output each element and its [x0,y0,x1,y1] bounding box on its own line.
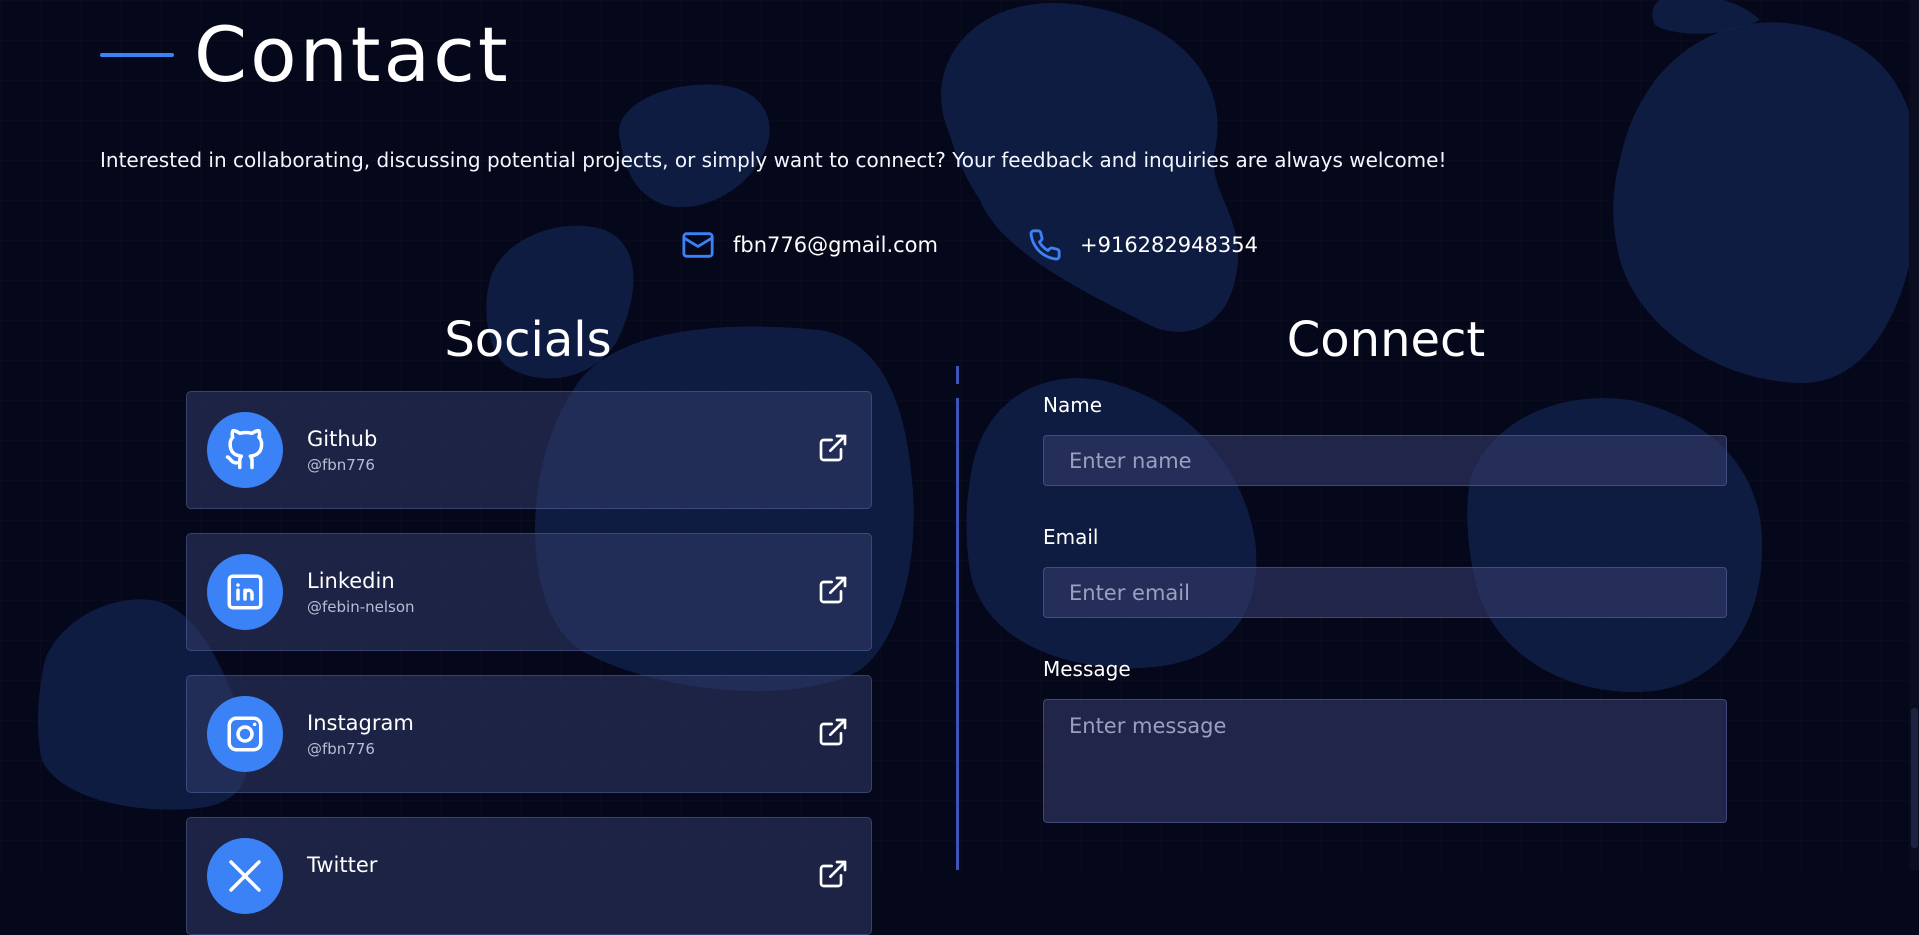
linkedin-icon [227,574,263,610]
social-name: Linkedin [307,569,395,593]
social-card-linkedin[interactable]: Linkedin @febin-nelson [186,533,872,651]
page-title-text: Contact [194,10,511,99]
social-card-twitter[interactable]: Twitter [186,817,872,935]
name-input[interactable] [1043,435,1727,486]
phone-icon [1029,229,1061,261]
scrollbar[interactable] [1909,0,1919,870]
external-link-icon[interactable] [817,858,849,890]
social-card-github[interactable]: Github @fbn776 [186,391,872,509]
social-avatar [207,696,283,772]
contact-phone[interactable]: +916282948354 [1028,228,1258,262]
contact-phone-text: +916282948354 [1080,233,1258,257]
section-divider-top [956,366,959,384]
social-card-instagram[interactable]: Instagram @fbn776 [186,675,872,793]
x-twitter-icon [229,860,261,892]
instagram-icon [227,716,263,752]
contact-info: fbn776@gmail.com +916282948354 [0,228,1919,268]
email-input[interactable] [1043,567,1727,618]
social-avatar [207,554,283,630]
section-divider [956,398,959,870]
mail-icon [682,232,714,258]
scrollbar-thumb[interactable] [1911,708,1918,848]
message-label: Message [1043,657,1131,681]
social-name: Instagram [307,711,414,735]
contact-email-text: fbn776@gmail.com [733,233,938,257]
email-label: Email [1043,525,1099,549]
connect-title: Connect [1286,312,1486,368]
contact-email[interactable]: fbn776@gmail.com [681,228,938,262]
socials-title: Socials [444,312,612,368]
social-name: Twitter [307,853,378,877]
social-avatar [207,838,283,914]
name-label: Name [1043,393,1103,417]
title-accent-line [100,52,174,57]
external-link-icon[interactable] [817,574,849,606]
page-title: Contact [100,10,511,99]
social-handle: @fbn776 [307,740,375,758]
external-link-icon[interactable] [817,432,849,464]
intro-text: Interested in collaborating, discussing … [100,148,1447,172]
github-icon [225,429,264,470]
message-textarea[interactable] [1043,699,1727,823]
social-handle: @fbn776 [307,456,375,474]
external-link-icon[interactable] [817,716,849,748]
social-name: Github [307,427,378,451]
social-avatar [207,412,283,488]
social-handle: @febin-nelson [307,598,415,616]
